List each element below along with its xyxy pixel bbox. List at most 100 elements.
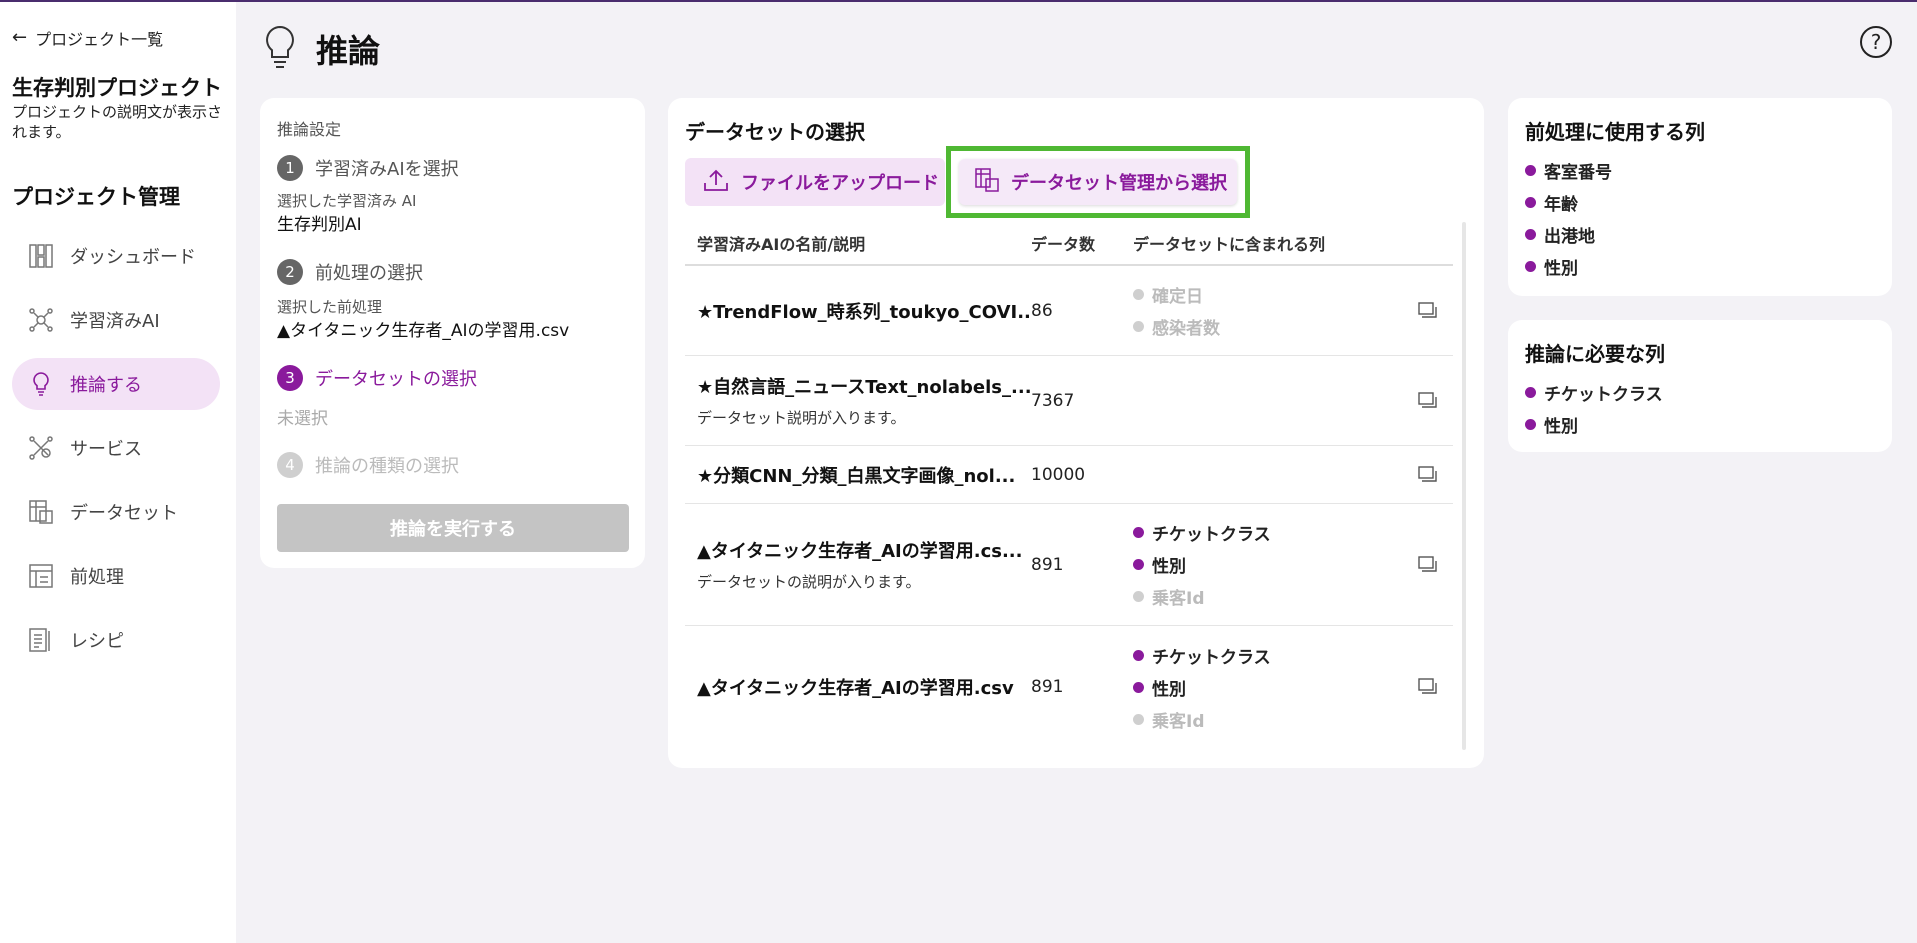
inference-settings-card: 推論設定 1 学習済みAIを選択 選択した学習済み AI 生存判別AI 2 前処… — [260, 98, 645, 568]
sidebar-item-trained-ai[interactable]: 学習済みAI — [12, 294, 220, 346]
sidebar-item-recipe[interactable]: レシピ — [12, 614, 220, 666]
back-to-projects-link[interactable]: ← プロジェクト一覧 — [12, 26, 163, 50]
page-title: 推論 — [316, 32, 381, 70]
dataset-heading: データセットの選択 — [685, 120, 865, 144]
required-columns-list: チケットクラス 性別 — [1525, 376, 1663, 440]
preprocess-columns-list: 客室番号 年齢 出港地 性別 — [1525, 154, 1612, 282]
project-title: 生存判別プロジェクト — [12, 76, 222, 100]
column-tag: 確定日 — [1133, 279, 1403, 311]
select-from-dataset-button[interactable]: データセット管理から選択 — [959, 159, 1237, 205]
dataset-count: 891 — [1031, 677, 1064, 697]
list-item: 年齢 — [1525, 186, 1612, 218]
settings-heading: 推論設定 — [277, 120, 342, 139]
step-number: 3 — [277, 365, 303, 391]
dataset-table: 学習済みAIの名前/説明 データ数 データセットに含まれる列 ★TrendFlo… — [685, 222, 1453, 748]
step-3: 3 データセットの選択 — [277, 365, 477, 391]
list-item: 出港地 — [1525, 218, 1612, 250]
lightbulb-icon — [28, 371, 54, 397]
dataset-icon — [975, 167, 999, 197]
column-header-count: データ数 — [1031, 235, 1096, 254]
sidebar-item-label: レシピ — [70, 631, 124, 652]
table-row[interactable]: ★分類CNN_分類_白黒文字画像_nol... 10000 — [685, 446, 1453, 504]
dashboard-icon — [28, 243, 54, 269]
copy-icon[interactable] — [1403, 555, 1453, 575]
step-number: 2 — [277, 259, 303, 285]
list-item: チケットクラス — [1525, 376, 1663, 408]
sidebar-item-label: ダッシュボード — [70, 247, 196, 268]
table-row[interactable]: ★TrendFlow_時系列_toukyo_COVI... 86 確定日 感染者… — [685, 266, 1453, 356]
copy-icon[interactable] — [1403, 391, 1453, 411]
dataset-count: 10000 — [1031, 464, 1086, 485]
step-label: 推論の種類の選択 — [315, 456, 459, 477]
column-tag: チケットクラス — [1133, 517, 1403, 549]
table-header: 学習済みAIの名前/説明 データ数 データセットに含まれる列 — [685, 222, 1453, 266]
upload-file-label: ファイルをアップロード — [741, 173, 939, 194]
step-number: 4 — [277, 452, 303, 478]
sidebar-item-label: サービス — [70, 439, 142, 460]
list-item: 客室番号 — [1525, 154, 1612, 186]
step-number: 1 — [277, 155, 303, 181]
column-tag: 性別 — [1133, 549, 1403, 581]
help-icon[interactable]: ? — [1860, 26, 1892, 58]
section-title: プロジェクト管理 — [12, 185, 180, 209]
sidebar-item-service[interactable]: サービス — [12, 422, 220, 474]
column-tag: チケットクラス — [1133, 639, 1403, 671]
project-description: プロジェクトの説明文が表示されます。 — [12, 103, 223, 141]
copy-icon[interactable] — [1403, 465, 1453, 485]
sidebar-item-dataset[interactable]: データセット — [12, 486, 220, 538]
table-row[interactable]: ▲タイタニック生存者_AIの学習用.csv 891 チケットクラス 性別 乗客I… — [685, 626, 1453, 748]
column-tag: 乗客Id — [1133, 581, 1403, 613]
dataset-name: ▲タイタニック生存者_AIの学習用.csv — [697, 678, 1014, 699]
sidebar-item-label: 前処理 — [70, 567, 124, 588]
step-2: 2 前処理の選択 — [277, 259, 423, 285]
dataset-name: ★TrendFlow_時系列_toukyo_COVI... — [697, 301, 1031, 323]
dataset-count: 7367 — [1031, 390, 1075, 411]
sidebar-item-label: データセット — [70, 503, 178, 524]
step-label: 前処理の選択 — [315, 263, 423, 284]
service-icon — [28, 435, 54, 461]
dataset-name: ▲タイタニック生存者_AIの学習用.cs... — [697, 541, 1023, 562]
dataset-selection-card: データセットの選択 ファイルをアップロード データセット管理から選択 学習済みA… — [668, 98, 1484, 768]
selected-preprocess-label: 選択した前処理 — [277, 298, 383, 316]
table-row[interactable]: ▲タイタニック生存者_AIの学習用.cs... データセットの説明が入ります。 … — [685, 504, 1453, 626]
run-inference-button[interactable]: 推論を実行する — [277, 504, 629, 552]
dataset-description: データセットの説明が入ります。 — [697, 573, 921, 591]
copy-icon[interactable] — [1403, 677, 1453, 697]
column-header-name: 学習済みAIの名前/説明 — [697, 235, 866, 254]
column-header-columns: データセットに含まれる列 — [1133, 235, 1326, 254]
back-link-label: プロジェクト一覧 — [35, 30, 164, 49]
table-row[interactable]: ★自然言語_ニュースText_nolabels_... データセット説明が入りま… — [685, 356, 1453, 446]
dataset-icon — [28, 499, 54, 525]
selected-preprocess-value: ▲タイタニック生存者_AIの学習用.csv — [277, 321, 570, 341]
sidebar-item-inference[interactable]: 推論する — [12, 358, 220, 410]
preprocess-columns-card: 前処理に使用する列 客室番号 年齢 出港地 性別 — [1508, 98, 1892, 296]
highlight-box: データセット管理から選択 — [946, 146, 1250, 218]
step-label: データセットの選択 — [315, 369, 477, 390]
step-4: 4 推論の種類の選択 — [277, 452, 459, 478]
sidebar-item-preprocess[interactable]: 前処理 — [12, 550, 220, 602]
dataset-name: ★自然言語_ニュースText_nolabels_... — [697, 377, 1031, 398]
table-scrollbar[interactable] — [1462, 222, 1466, 750]
arrow-left-icon: ← — [12, 27, 28, 48]
column-tag: 性別 — [1133, 671, 1403, 703]
dataset-count: 891 — [1031, 554, 1064, 575]
list-item: 性別 — [1525, 408, 1663, 440]
selected-ai-value: 生存判別AI — [277, 215, 362, 235]
page-header: 推論 — [262, 24, 380, 74]
preprocess-icon — [28, 563, 54, 589]
lightbulb-icon — [262, 24, 298, 74]
preprocess-columns-heading: 前処理に使用する列 — [1525, 120, 1705, 144]
sidebar-item-dashboard[interactable]: ダッシュボード — [12, 230, 220, 282]
sidebar-nav: ダッシュボード 学習済みAI 推論する サービス データセット 前処理 レシピ — [12, 230, 220, 678]
list-item: 性別 — [1525, 250, 1612, 282]
step-label: 学習済みAIを選択 — [315, 159, 459, 180]
step-1: 1 学習済みAIを選択 — [277, 155, 459, 181]
upload-file-button[interactable]: ファイルをアップロード — [685, 158, 945, 206]
dataset-name: ★分類CNN_分類_白黒文字画像_nol... — [697, 465, 1016, 487]
sidebar-item-label: 学習済みAI — [70, 311, 160, 332]
dataset-description: データセット説明が入ります。 — [697, 409, 906, 427]
required-columns-card: 推論に必要な列 チケットクラス 性別 — [1508, 320, 1892, 452]
copy-icon[interactable] — [1403, 301, 1453, 321]
select-from-dataset-label: データセット管理から選択 — [1011, 173, 1227, 194]
required-columns-heading: 推論に必要な列 — [1525, 342, 1665, 366]
